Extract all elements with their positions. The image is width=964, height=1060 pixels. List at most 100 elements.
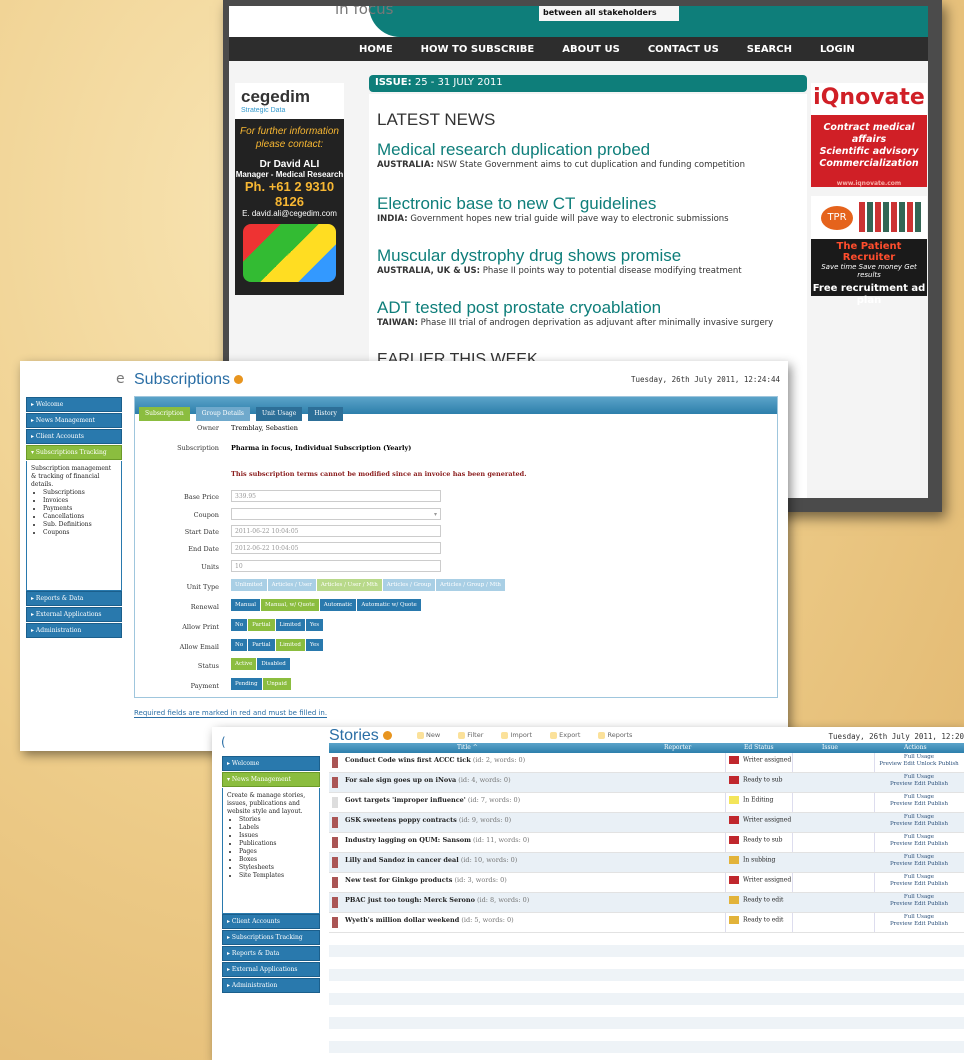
news-story[interactable]: ADT tested post prostate cryoablation TA… xyxy=(369,298,807,328)
table-row[interactable]: Govt targets 'improper influence' (id: 7… xyxy=(329,793,964,813)
story-headline[interactable]: ADT tested post prostate cryoablation xyxy=(377,298,807,318)
sidebar-link-subscriptions[interactable]: Subscriptions xyxy=(43,489,117,497)
table-row[interactable]: For sale sign goes up on iNova (id: 4, w… xyxy=(329,773,964,793)
units-input[interactable]: 10 xyxy=(231,560,441,572)
nav-how-to-subscribe[interactable]: HOW TO SUBSCRIBE xyxy=(421,44,535,55)
table-row[interactable]: GSK sweetens poppy contracts (id: 9, wor… xyxy=(329,813,964,833)
nav-login[interactable]: LOGIN xyxy=(820,44,855,55)
help-icon[interactable] xyxy=(234,375,244,384)
renewal-manual-quote[interactable]: Manual, w/ Quote xyxy=(261,599,319,611)
table-row[interactable]: Wyeth's million dollar weekend (id: 5, w… xyxy=(329,913,964,933)
tab-history[interactable]: History xyxy=(308,407,343,421)
story-headline[interactable]: Electronic base to new CT guidelines xyxy=(377,194,807,214)
sidebar-item-client-accounts[interactable]: ▸ Client Accounts xyxy=(26,429,122,444)
payment-pending[interactable]: Pending xyxy=(231,678,262,690)
nav-about-us[interactable]: ABOUT US xyxy=(562,44,620,55)
renewal-automatic-quote[interactable]: Automatic w/ Quote xyxy=(357,599,421,611)
row-actions[interactable]: Full Usage Preview Edit Publish xyxy=(874,774,964,788)
sidebar-link-boxes[interactable]: Boxes xyxy=(239,856,315,864)
table-row[interactable]: Industry lagging on QUM: Sansom (id: 11,… xyxy=(329,833,964,853)
renewal-manual[interactable]: Manual xyxy=(231,599,261,611)
coupon-select[interactable]: ▾ xyxy=(231,508,441,520)
unit-type-articles-user-mth[interactable]: Articles / User / Mth xyxy=(316,579,382,591)
row-actions[interactable]: Full Usage Preview Edit Publish xyxy=(874,814,964,828)
email-no[interactable]: No xyxy=(231,639,248,651)
table-row[interactable]: PBAC just too tough: Merck Serono (id: 8… xyxy=(329,893,964,913)
sidebar-link-coupons[interactable]: Coupons xyxy=(43,529,117,537)
sidebar-item-client-accounts[interactable]: ▸ Client Accounts xyxy=(222,914,320,929)
table-row[interactable]: Lilly and Sandoz in cancer deal (id: 10,… xyxy=(329,853,964,873)
unit-type-articles-group-mth[interactable]: Articles / Group / Mth xyxy=(436,579,505,591)
sidebar-item-welcome[interactable]: ▸ Welcome xyxy=(222,756,320,771)
col-issue[interactable]: Issue xyxy=(822,744,838,751)
toolbar-reports[interactable]: Reports xyxy=(598,731,640,739)
sidebar-item-reports[interactable]: ▸ Reports & Data xyxy=(222,946,320,961)
story-headline[interactable]: Medical research duplication probed xyxy=(377,140,807,160)
help-icon[interactable] xyxy=(382,731,392,740)
story-title[interactable]: PBAC just too tough: Merck Serono (id: 8… xyxy=(345,896,529,904)
sidebar-link-labels[interactable]: Labels xyxy=(239,824,315,832)
sidebar-item-administration[interactable]: ▸ Administration xyxy=(222,978,320,993)
story-title[interactable]: GSK sweetens poppy contracts (id: 9, wor… xyxy=(345,816,511,824)
toolbar-new[interactable]: New xyxy=(417,731,448,739)
end-date-input[interactable]: 2012-06-22 10:04:05 xyxy=(231,542,441,554)
news-story[interactable]: Electronic base to new CT guidelines IND… xyxy=(369,194,807,224)
sidebar-link-publications[interactable]: Publications xyxy=(239,840,315,848)
cegedim-ad[interactable]: cegedim Strategic Data For further infor… xyxy=(235,83,344,295)
tpr-ad[interactable]: TPR The Patient Recruiter Save time Save… xyxy=(811,196,927,306)
nav-search[interactable]: SEARCH xyxy=(747,44,792,55)
table-row[interactable]: New test for Ginkgo products (id: 3, wor… xyxy=(329,873,964,893)
renewal-automatic[interactable]: Automatic xyxy=(319,599,357,611)
story-title[interactable]: Wyeth's million dollar weekend (id: 5, w… xyxy=(345,916,514,924)
sidebar-item-welcome[interactable]: ▸ Welcome xyxy=(26,397,122,412)
nav-home[interactable]: HOME xyxy=(359,44,393,55)
unit-type-unlimited[interactable]: Unlimited xyxy=(231,579,267,591)
print-partial[interactable]: Partial xyxy=(248,619,275,631)
story-title[interactable]: Govt targets 'improper influence' (id: 7… xyxy=(345,796,520,804)
sidebar-item-news-management[interactable]: ▾ News Management xyxy=(222,772,320,787)
row-actions[interactable]: Full Usage Preview Edit Publish xyxy=(874,834,964,848)
tab-unit-usage[interactable]: Unit Usage xyxy=(256,407,303,421)
status-active[interactable]: Active xyxy=(231,658,257,670)
start-date-input[interactable]: 2011-06-22 10:04:05 xyxy=(231,525,441,537)
row-actions[interactable]: Full Usage Preview Edit Publish xyxy=(874,914,964,928)
row-actions[interactable]: Full Usage Preview Edit Publish xyxy=(874,854,964,868)
col-actions[interactable]: Actions xyxy=(904,744,927,751)
sidebar-item-external-apps[interactable]: ▸ External Applications xyxy=(222,962,320,977)
unit-type-articles-user[interactable]: Articles / User xyxy=(267,579,316,591)
sidebar-link-cancellations[interactable]: Cancellations xyxy=(43,513,117,521)
sidebar-link-issues[interactable]: Issues xyxy=(239,832,315,840)
print-yes[interactable]: Yes xyxy=(305,619,324,631)
col-title[interactable]: Title ^ xyxy=(457,744,478,751)
sidebar-item-news-management[interactable]: ▸ News Management xyxy=(26,413,122,428)
news-story[interactable]: Muscular dystrophy drug shows promise AU… xyxy=(369,246,807,276)
sidebar-link-site-templates[interactable]: Site Templates xyxy=(239,872,315,880)
print-no[interactable]: No xyxy=(231,619,248,631)
print-limited[interactable]: Limited xyxy=(275,619,305,631)
sidebar-link-pages[interactable]: Pages xyxy=(239,848,315,856)
payment-unpaid[interactable]: Unpaid xyxy=(262,678,291,690)
email-limited[interactable]: Limited xyxy=(275,639,305,651)
email-partial[interactable]: Partial xyxy=(248,639,275,651)
story-title[interactable]: Industry lagging on QUM: Sansom (id: 11,… xyxy=(345,836,530,844)
toolbar-import[interactable]: Import xyxy=(501,731,540,739)
sidebar-item-subscriptions-tracking[interactable]: ▸ Subscriptions Tracking xyxy=(222,930,320,945)
sidebar-link-invoices[interactable]: Invoices xyxy=(43,497,117,505)
iqnovate-ad[interactable]: iQnovate Contract medical affairs Scient… xyxy=(811,83,927,187)
sidebar-item-external-apps[interactable]: ▸ External Applications xyxy=(26,607,122,622)
base-price-input[interactable]: 339.95 xyxy=(231,490,441,502)
sidebar-link-stories[interactable]: Stories xyxy=(239,816,315,824)
tab-group-details[interactable]: Group Details xyxy=(195,407,250,421)
row-actions[interactable]: Full Usage Preview Edit Publish xyxy=(874,894,964,908)
sidebar-link-payments[interactable]: Payments xyxy=(43,505,117,513)
status-disabled[interactable]: Disabled xyxy=(257,658,290,670)
news-story[interactable]: Medical research duplication probed AUST… xyxy=(369,140,807,170)
row-actions[interactable]: Full Usage Preview Edit Publish xyxy=(874,794,964,808)
email-yes[interactable]: Yes xyxy=(305,639,324,651)
sidebar-item-administration[interactable]: ▸ Administration xyxy=(26,623,122,638)
story-title[interactable]: Lilly and Sandoz in cancer deal (id: 10,… xyxy=(345,856,517,864)
row-actions[interactable]: Full Usage Preview Edit Unlock Publish xyxy=(874,754,964,768)
story-title[interactable]: Conduct Code wins first ACCC tick (id: 2… xyxy=(345,756,525,764)
tab-subscription[interactable]: Subscription xyxy=(139,407,190,421)
row-actions[interactable]: Full Usage Preview Edit Publish xyxy=(874,874,964,888)
